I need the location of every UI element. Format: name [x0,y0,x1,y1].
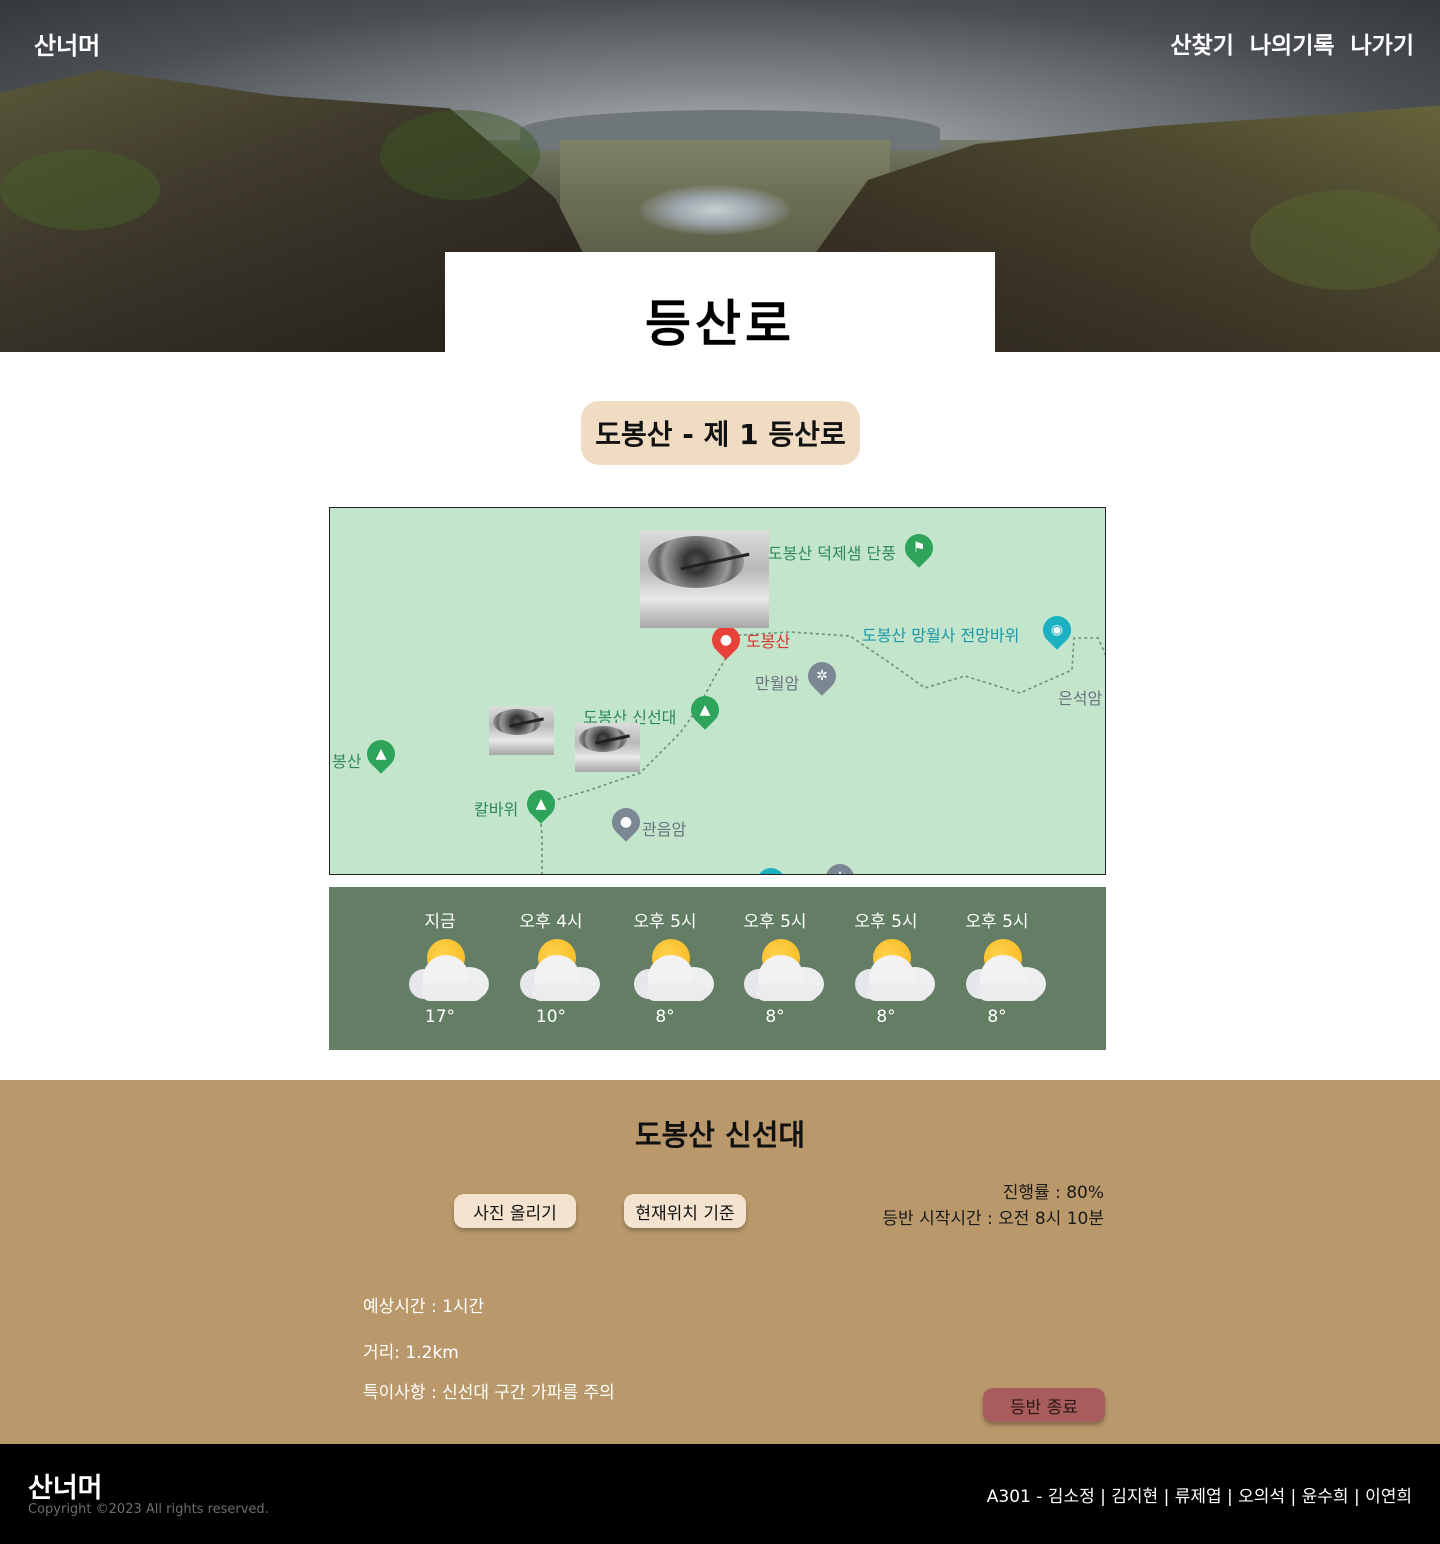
weather-time: 오후 5시 [743,912,807,932]
place-pin-icon[interactable]: ● [606,802,646,842]
trail-details-panel: 도봉산 신선대 사진 올리기 현재위치 기준 진행률 : 80% 등반 시작시간… [0,1080,1440,1444]
tree-pin-icon[interactable]: ▲ [361,734,401,774]
camera-pin-icon[interactable]: ◉ [1037,610,1077,650]
main-nav: 산찾기 나의기록 나가기 [1170,26,1414,60]
map-label-kalbawi: 칼바위 [474,800,519,819]
footer-logo: 산너머 [28,1473,103,1504]
hero-moss [380,110,540,200]
progress-rate: 진행률 : 80% [1002,1183,1104,1203]
photo-thumbnail[interactable] [640,530,769,628]
photo-thumbnail[interactable] [575,723,640,772]
hiking-pin-icon[interactable]: ⚑ [899,528,939,568]
weather-hour: 오후 5시 8° [831,887,941,1050]
weather-temp: 8° [876,1007,896,1027]
hero-banner: 산너머 산찾기 나의기록 나가기 등산로 [0,0,1440,352]
map-label-eunseogam: 은석암 [1058,689,1103,708]
end-climb-button[interactable]: 등반 종료 [983,1388,1105,1422]
nav-logo[interactable]: 산너머 [34,26,100,61]
weather-hour: 오후 5시 8° [720,887,830,1050]
page-title-box: 등산로 [445,252,995,352]
partly-cloudy-icon [855,939,935,1001]
tree-pin-icon[interactable]: ▲ [521,784,561,824]
weather-time: 오후 5시 [854,912,918,932]
weather-time: 오후 4시 [519,912,583,932]
weather-temp: 8° [765,1007,785,1027]
weather-time: 오후 5시 [633,912,697,932]
hero-moss [1250,190,1440,290]
photo-thumbnail[interactable] [489,706,554,755]
weather-hour: 오후 5시 8° [610,887,720,1050]
partly-cloudy-icon [409,939,489,1001]
weather-temp: 17° [424,1007,456,1027]
nav-item-my-records[interactable]: 나의기록 [1250,26,1335,60]
partly-cloudy-icon [520,939,600,1001]
map-label-bongsan: 봉산 [332,752,362,771]
map-label-peak: 도봉산 [746,632,791,651]
trail-map[interactable]: ⚑ 도봉산 덕제샘 단풍 ● 도봉산 ◉ 도봉산 망월사 전망바위 ✲ 만월암 … [329,507,1106,875]
weather-temp: 10° [535,1007,567,1027]
map-label-deokjesaem: 도봉산 덕제샘 단풍 [768,544,896,563]
temple-pin-icon[interactable]: ✲ [802,656,842,696]
map-label-gwaneumam: 관음암 [642,820,687,839]
weather-temp: 8° [655,1007,675,1027]
weather-time: 지금 [424,912,456,932]
page-title: 등산로 [645,295,795,352]
weather-hour: 오후 4시 10° [496,887,606,1050]
trail-name-badge: 도봉산 - 제 1 등산로 [581,401,860,465]
footer-team: A301 - 김소정 | 김지현 | 류제엽 | 오의석 | 윤수희 | 이연희 [986,1487,1412,1507]
weather-forecast: 지금 17° 오후 4시 10° 오후 5시 8° 오후 5시 8° 오후 5시… [329,887,1106,1050]
partly-cloudy-icon [744,939,824,1001]
weather-time: 오후 5시 [965,912,1029,932]
weather-hour: 오후 5시 8° [942,887,1052,1050]
nav-item-logout[interactable]: 나가기 [1351,26,1414,60]
upload-photo-button[interactable]: 사진 올리기 [454,1194,576,1228]
hero-moss [0,150,160,230]
footer: 산너머 Copyright ©2023 All rights reserved.… [0,1444,1440,1544]
weather-hour: 지금 17° [385,887,495,1050]
distance: 거리: 1.2km [363,1343,459,1363]
map-label-mangwolsa: 도봉산 망월사 전망바위 [862,626,1020,645]
map-label-manwolam: 만월암 [755,674,800,693]
progress-info: 진행률 : 80% 등반 시작시간 : 오전 8시 10분 [882,1180,1104,1232]
current-location-button[interactable]: 현재위치 기준 [624,1194,746,1228]
footer-copyright: Copyright ©2023 All rights reserved. [28,1502,269,1517]
nav-item-find-mountain[interactable]: 산찾기 [1170,26,1233,60]
details-title: 도봉산 신선대 [634,1118,806,1152]
weather-temp: 8° [987,1007,1007,1027]
tree-pin-icon[interactable]: ▲ [685,690,725,730]
notes: 특이사항 : 신선대 구간 가파름 주의 [363,1383,615,1403]
partly-cloudy-icon [966,939,1046,1001]
expected-time: 예상시간 : 1시간 [363,1297,485,1317]
start-time: 등반 시작시간 : 오전 8시 10분 [882,1209,1104,1229]
hero-river [640,185,790,235]
partly-cloudy-icon [634,939,714,1001]
